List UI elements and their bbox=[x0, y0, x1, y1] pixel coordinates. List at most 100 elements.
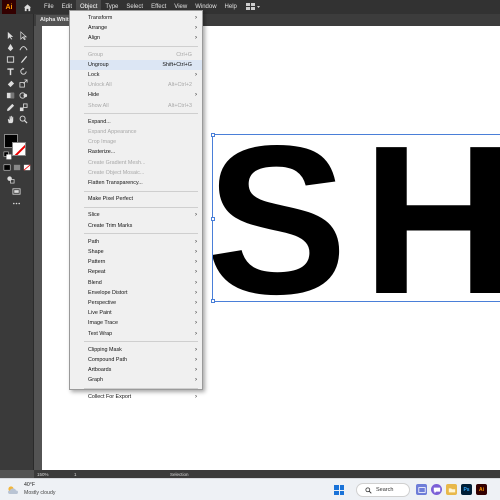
task-view-icon[interactable] bbox=[416, 484, 427, 495]
menu-item-image-trace[interactable]: Image Trace › bbox=[70, 318, 202, 328]
menu-item-expand[interactable]: Expand... bbox=[70, 117, 202, 127]
none-mode-icon[interactable] bbox=[22, 162, 32, 172]
gradient-tool-icon[interactable] bbox=[5, 90, 15, 100]
menu-item-envelope-distort[interactable]: Envelope Distort › bbox=[70, 288, 202, 298]
menu-item-label: Unlock All bbox=[88, 82, 112, 89]
gradient-mode-icon[interactable] bbox=[12, 162, 22, 172]
file-explorer-icon[interactable] bbox=[446, 484, 457, 495]
menu-item-slice[interactable]: Slice › bbox=[70, 210, 202, 220]
eyedropper-tool-icon[interactable] bbox=[5, 102, 15, 112]
default-colors-icon[interactable] bbox=[2, 150, 12, 160]
submenu-arrow-icon: › bbox=[195, 346, 197, 353]
screen-mode-icon[interactable] bbox=[11, 186, 21, 196]
bounding-box-handle-top-left[interactable] bbox=[210, 132, 215, 137]
menu-item-label: Expand Appearance bbox=[88, 129, 137, 135]
menu-item-compound-path[interactable]: Compound Path › bbox=[70, 355, 202, 365]
rotate-tool-icon[interactable] bbox=[18, 66, 28, 76]
direct-selection-tool-icon[interactable] bbox=[18, 30, 28, 40]
chat-app-icon[interactable] bbox=[431, 484, 442, 495]
bounding-box-handle-left-middle[interactable] bbox=[210, 217, 215, 221]
zoom-level[interactable]: 150% bbox=[37, 472, 49, 477]
menu-item-label: Slice bbox=[88, 212, 100, 219]
menu-item-label: Expand... bbox=[88, 118, 111, 125]
weather-cloud-icon[interactable] bbox=[6, 483, 20, 497]
menu-item-align[interactable]: Align › bbox=[70, 33, 202, 43]
stroke-color-swatch[interactable] bbox=[12, 142, 26, 156]
menu-item-graph[interactable]: Graph › bbox=[70, 375, 202, 385]
illustrator-app-icon[interactable]: Ai bbox=[476, 484, 487, 495]
menu-file[interactable]: File bbox=[40, 0, 58, 14]
more-tools-icon[interactable] bbox=[11, 198, 21, 208]
menu-separator bbox=[84, 233, 198, 235]
windows-start-icon[interactable] bbox=[334, 485, 344, 495]
menu-item-repeat[interactable]: Repeat › bbox=[70, 267, 202, 277]
menu-help[interactable]: Help bbox=[221, 0, 241, 14]
submenu-arrow-icon: › bbox=[195, 72, 197, 78]
menu-item-transform[interactable]: Transform › bbox=[70, 13, 202, 23]
menu-separator bbox=[84, 388, 198, 390]
taskbar-search-box[interactable]: Search bbox=[356, 483, 410, 497]
menu-item-label: Graph bbox=[88, 377, 103, 384]
status-bar: 150% 1 Selection bbox=[34, 470, 500, 478]
menu-item-shape[interactable]: Shape › bbox=[70, 247, 202, 257]
tools-panel bbox=[0, 14, 34, 470]
menu-item-clipping-mask[interactable]: Clipping Mask › bbox=[70, 345, 202, 355]
menu-item-arrange[interactable]: Arrange › bbox=[70, 23, 202, 33]
menu-item-hide[interactable]: Hide › bbox=[70, 90, 202, 100]
menu-item-create-gradient-mesh: Create Gradient Mesh... bbox=[70, 158, 202, 168]
menu-item-label: Flatten Transparency... bbox=[88, 180, 143, 186]
photoshop-app-icon[interactable]: Ps bbox=[461, 484, 472, 495]
menu-item-label: Pattern bbox=[88, 259, 106, 266]
zoom-tool-icon[interactable] bbox=[18, 114, 28, 124]
menu-item-collect-for-export[interactable]: Collect For Export › bbox=[70, 392, 202, 402]
menu-item-blend[interactable]: Blend › bbox=[70, 278, 202, 288]
eraser-tool-icon[interactable] bbox=[5, 78, 15, 88]
color-mode-icon[interactable] bbox=[2, 162, 12, 172]
menu-separator bbox=[84, 341, 198, 343]
menu-item-label: Shape bbox=[88, 249, 104, 255]
shape-builder-tool-icon[interactable] bbox=[18, 90, 28, 100]
menu-item-lock[interactable]: Lock › bbox=[70, 70, 202, 80]
home-icon[interactable] bbox=[20, 0, 34, 14]
hand-tool-icon[interactable] bbox=[5, 114, 15, 124]
menu-item-label: Compound Path bbox=[88, 357, 127, 363]
scale-tool-icon[interactable] bbox=[18, 78, 28, 88]
menu-separator bbox=[84, 113, 198, 115]
current-tool-name: Selection bbox=[170, 471, 189, 477]
type-tool-icon[interactable] bbox=[5, 66, 15, 76]
submenu-arrow-icon: › bbox=[195, 310, 197, 317]
menu-item-text-wrap[interactable]: Text Wrap › bbox=[70, 329, 202, 339]
menu-item-perspective[interactable]: Perspective › bbox=[70, 298, 202, 308]
brush-tool-icon[interactable] bbox=[18, 54, 28, 64]
workspace-switcher-icon[interactable] bbox=[245, 2, 263, 12]
menu-item-expand-appearance: Expand Appearance bbox=[70, 127, 202, 137]
menu-item-rasterize[interactable]: Rasterize... bbox=[70, 147, 202, 157]
menu-item-make-pixel-perfect[interactable]: Make Pixel Perfect bbox=[70, 194, 202, 204]
menu-separator bbox=[84, 206, 198, 208]
menu-item-label: Clipping Mask bbox=[88, 346, 122, 353]
menu-item-ungroup[interactable]: Ungroup Shift+Ctrl+G bbox=[70, 59, 202, 70]
menu-item-label: Collect For Export bbox=[88, 393, 132, 400]
artboard-number[interactable]: 1 bbox=[74, 472, 77, 477]
curvature-tool-icon[interactable] bbox=[18, 42, 28, 52]
menu-item-label: Crop Image bbox=[88, 139, 117, 146]
draw-mode-icon[interactable] bbox=[5, 174, 15, 184]
bounding-box-handle-bottom-left[interactable] bbox=[210, 299, 215, 303]
menu-item-path[interactable]: Path › bbox=[70, 237, 202, 247]
menu-item-create-trim-marks[interactable]: Create Trim Marks bbox=[70, 221, 202, 231]
menu-item-label: Perspective bbox=[88, 300, 117, 306]
weather-temperature: 40°F bbox=[24, 482, 36, 488]
selection-bounding-box[interactable] bbox=[210, 132, 500, 303]
menu-item-label: Ungroup bbox=[88, 61, 109, 68]
menu-item-label: Transform bbox=[88, 15, 113, 21]
menu-item-live-paint[interactable]: Live Paint › bbox=[70, 308, 202, 318]
menu-item-artboards[interactable]: Artboards › bbox=[70, 365, 202, 375]
menu-item-pattern[interactable]: Pattern › bbox=[70, 257, 202, 267]
submenu-arrow-icon: › bbox=[195, 212, 197, 219]
menu-item-flatten-transparency[interactable]: Flatten Transparency... bbox=[70, 178, 202, 188]
blend-tool-icon[interactable] bbox=[18, 102, 28, 112]
pen-tool-icon[interactable] bbox=[5, 42, 15, 52]
menu-item-shortcut: Ctrl+G bbox=[176, 51, 192, 58]
rectangle-tool-icon[interactable] bbox=[5, 54, 15, 64]
selection-tool-icon[interactable] bbox=[5, 30, 15, 40]
